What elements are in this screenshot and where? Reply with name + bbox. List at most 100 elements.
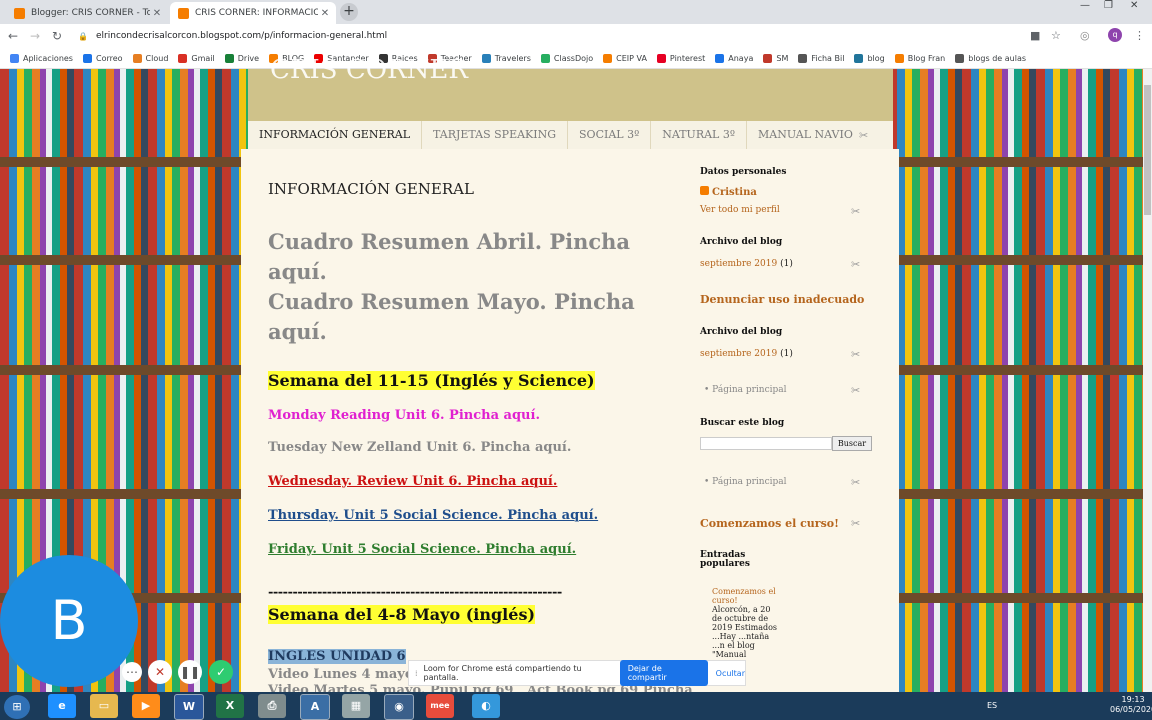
drag-handle-icon[interactable]: ⁞ (415, 669, 418, 678)
loom-cancel-icon[interactable]: ✕ (148, 660, 172, 684)
cuadro-abril-link[interactable]: Cuadro Resumen Abril. Pincha aquí. (268, 227, 648, 287)
minimize-icon[interactable]: — (1080, 0, 1090, 14)
menu-tarjetas-speaking[interactable]: TARJETAS SPEAKING (422, 121, 569, 149)
blog-title[interactable]: CRIS CORNER (270, 55, 468, 85)
stop-sharing-button[interactable]: Dejar de compartir (619, 660, 708, 686)
restore-icon[interactable]: ❐ (1104, 0, 1113, 14)
loom-finish-icon[interactable]: ✓ (209, 660, 233, 684)
close-tab-icon[interactable]: ✕ (150, 8, 164, 19)
wrench-icon[interactable]: ✂ (859, 129, 868, 142)
chrome-icon[interactable]: ◉ (384, 694, 414, 720)
mee-icon[interactable]: mee (426, 694, 454, 718)
archivo-link[interactable]: septiembre 2019 (1) (700, 259, 793, 269)
bookmark-item[interactable]: Gmail (178, 53, 215, 63)
close-window-icon[interactable]: ✕ (1130, 0, 1138, 14)
excel-icon[interactable]: X (216, 694, 244, 718)
archive-month[interactable]: septiembre 2019 (700, 349, 777, 359)
week-heading: Semana del 11-15 (Inglés y Science) (268, 371, 595, 390)
profile-avatar[interactable]: q (1108, 28, 1122, 42)
bookmark-item[interactable]: ClassDojo (540, 53, 593, 63)
menu-social[interactable]: SOCIAL 3º (568, 121, 652, 149)
pagina-principal-link[interactable]: • Página principal (704, 477, 787, 487)
wrench-icon[interactable]: ✂ (851, 476, 860, 489)
loom-camera-bubble[interactable]: B (0, 555, 138, 687)
archivo-heading: Archivo del blog (700, 237, 783, 247)
bookmark-label: Cloud (145, 53, 169, 63)
denunciar-link[interactable]: Denunciar uso inadecuado (700, 293, 864, 306)
reload-icon[interactable]: ↻ (52, 28, 62, 44)
hide-button[interactable]: Ocultar (716, 669, 745, 678)
thursday-link[interactable]: Thursday. Unit 5 Social Science. Pincha … (268, 508, 598, 523)
bookmark-item[interactable]: Ficha Bil (798, 53, 844, 63)
forward-icon[interactable]: → (30, 28, 40, 44)
back-icon[interactable]: ← (8, 28, 18, 44)
address-bar[interactable]: 🔒 elrincondecrisalcorcon.blogspot.com/p/… (74, 27, 1014, 45)
outlook-icon[interactable]: ◐ (472, 694, 500, 718)
tab-cris-corner[interactable]: CRIS CORNER: INFORMACIÓN G ✕ (170, 2, 336, 24)
bookmark-label: Travelers (494, 53, 531, 63)
internet-explorer-icon[interactable]: e (48, 694, 76, 718)
wrench-icon[interactable]: ✂ (851, 348, 860, 361)
wrench-icon[interactable]: ✂ (851, 384, 860, 397)
archive-month[interactable]: septiembre 2019 (700, 259, 777, 269)
bookmark-icon (715, 53, 725, 63)
search-button[interactable]: Buscar (832, 436, 872, 451)
system-clock[interactable]: 19:13 06/05/2020 (1110, 695, 1152, 715)
wednesday-link[interactable]: Wednesday. Review Unit 6. Pincha aquí. (268, 474, 557, 489)
blog-content: INFORMACIÓN GENERAL Cuadro Resumen Abril… (241, 149, 899, 692)
bookmark-icon (798, 53, 808, 63)
start-button[interactable]: ⊞ (4, 695, 30, 719)
bookmark-item[interactable]: Pinterest (656, 53, 706, 63)
media-player-icon[interactable]: ▶ (132, 694, 160, 718)
monday-link[interactable]: Monday Reading Unit 6. Pincha aquí. (268, 408, 540, 423)
calculator-icon[interactable]: ▦ (342, 694, 370, 718)
scrollbar-thumb[interactable] (1144, 85, 1151, 215)
bookmark-label: blogs de aulas (968, 53, 1027, 63)
menu-natural[interactable]: NATURAL 3º (651, 121, 748, 149)
writer-icon[interactable]: A (300, 694, 330, 720)
bookmark-item[interactable]: Blog Fran (894, 53, 945, 63)
menu-informacion-general[interactable]: INFORMACIÓN GENERAL (248, 121, 423, 149)
bookmark-item[interactable]: Drive (224, 53, 259, 63)
wrench-icon[interactable]: ✂ (851, 517, 860, 530)
author-link[interactable]: Cristina (700, 186, 757, 198)
close-tab-icon[interactable]: ✕ (318, 8, 332, 19)
blog-header: CRIS CORNER (248, 55, 893, 121)
cuadro-mayo-link[interactable]: Cuadro Resumen Mayo. Pincha aquí. (268, 287, 648, 347)
printer-icon[interactable]: ⎙ (258, 694, 286, 718)
bookmark-item[interactable]: CEIP VA (603, 53, 647, 63)
menu-icon[interactable]: ⋮ (1134, 29, 1145, 43)
wrench-icon[interactable]: ✂ (851, 205, 860, 218)
menu-manual-navio[interactable]: MANUAL NAVIO (747, 121, 864, 149)
bookmark-item[interactable]: Anaya (715, 53, 753, 63)
tuesday-link[interactable]: Tuesday New Zelland Unit 6. Pincha aquí. (268, 440, 571, 455)
blogger-icon (14, 7, 25, 19)
bookmark-item[interactable]: Cloud (132, 53, 169, 63)
ver-perfil-link[interactable]: Ver todo mi perfil (700, 205, 780, 215)
friday-link[interactable]: Friday. Unit 5 Social Science. Pincha aq… (268, 542, 576, 557)
page-scrollbar[interactable] (1143, 69, 1152, 692)
bookmark-label: Pinterest (669, 53, 706, 63)
loom-more-icon[interactable]: ⋯ (122, 662, 142, 682)
archivo-link[interactable]: septiembre 2019 (1) (700, 349, 793, 359)
bookmark-item[interactable]: Correo (82, 53, 123, 63)
extension-icon[interactable]: ◎ (1080, 29, 1090, 43)
popular-post-title[interactable]: Comenzamos el curso! (712, 587, 778, 605)
language-indicator[interactable]: ES (987, 701, 997, 710)
camera-icon[interactable]: ■ (1030, 29, 1040, 43)
bookmark-icon (656, 53, 666, 63)
folder-icon[interactable]: ▭ (90, 694, 118, 718)
tab-blogger[interactable]: Blogger: CRIS CORNER - Todas las ✕ (6, 2, 168, 24)
pagina-principal-link[interactable]: • Página principal (704, 385, 787, 395)
loom-pause-icon[interactable]: ❚❚ (178, 660, 202, 684)
star-icon[interactable]: ☆ (1051, 29, 1061, 43)
bookmark-item[interactable]: Travelers (481, 53, 531, 63)
bookmark-item[interactable]: Aplicaciones (10, 53, 73, 63)
bookmark-item[interactable]: blogs de aulas (955, 53, 1027, 63)
bookmark-item[interactable]: SM (763, 53, 788, 63)
search-input[interactable] (700, 437, 832, 450)
new-tab-button[interactable]: + (340, 3, 358, 21)
bookmark-item[interactable]: blog (854, 53, 885, 63)
wrench-icon[interactable]: ✂ (851, 258, 860, 271)
word-icon[interactable]: W (174, 694, 204, 720)
